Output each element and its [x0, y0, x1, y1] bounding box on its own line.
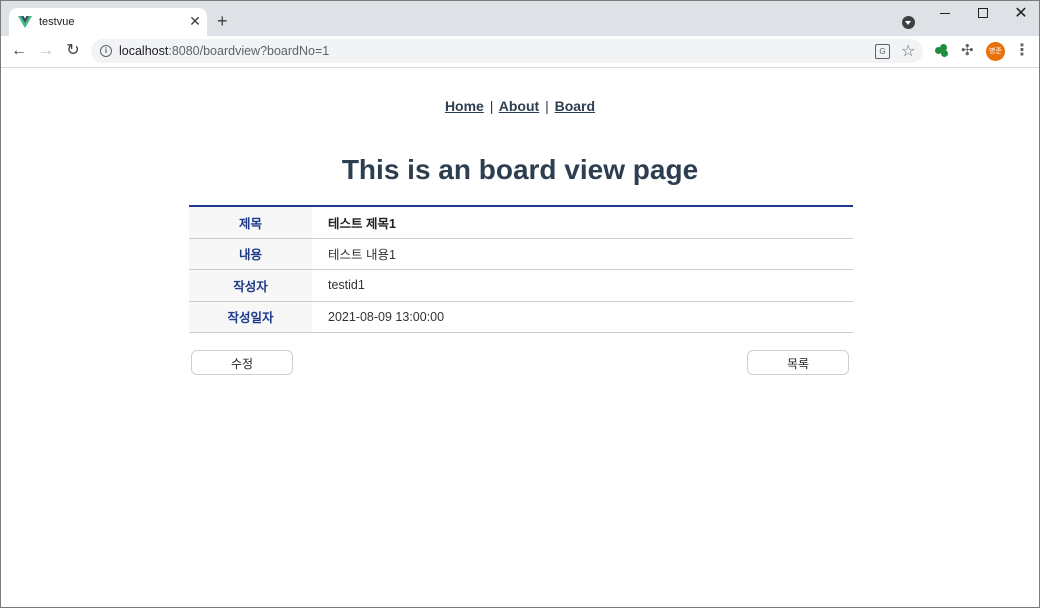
nav-link-board[interactable]: Board [555, 98, 595, 114]
url-path: :8080/boardview?boardNo=1 [168, 44, 330, 58]
tab-search-icon[interactable] [902, 16, 915, 29]
tab-strip: testvue ✕ + ✕ [1, 1, 1039, 36]
profile-avatar[interactable]: 병준 [986, 42, 1005, 61]
url-host: localhost [119, 44, 169, 58]
bookmark-star-icon[interactable]: ☆ [901, 41, 915, 61]
top-nav: Home | About | Board [1, 98, 1039, 114]
board-view-table: 제목 테스트 제목1 내용 테스트 내용1 작성자 testid1 작성일자 2… [189, 205, 853, 333]
page-content: Home | About | Board This is an board vi… [1, 68, 1039, 607]
new-tab-icon[interactable]: + [217, 12, 228, 30]
extensions-puzzle-icon[interactable]: ✣ [961, 41, 974, 59]
url-text[interactable]: localhost:8080/boardview?boardNo=1 [119, 44, 329, 58]
nav-separator: | [489, 98, 494, 114]
extension-icon[interactable] [935, 44, 949, 58]
nav-separator: | [545, 98, 549, 114]
row-value-content: 테스트 내용1 [312, 238, 853, 270]
table-row: 제목 테스트 제목1 [189, 206, 853, 239]
page-title: This is an board view page [341, 154, 699, 185]
row-label-content: 내용 [189, 238, 312, 270]
row-label-author: 작성자 [189, 269, 312, 302]
nav-link-home[interactable]: Home [445, 98, 484, 114]
browser-tab[interactable]: testvue ✕ [9, 8, 207, 36]
tab-title: testvue [39, 16, 75, 28]
more-menu-icon[interactable]: ⋮ [1014, 41, 1030, 61]
row-value-title: 테스트 제목1 [312, 206, 853, 239]
table-row: 작성일자 2021-08-09 13:00:00 [189, 301, 853, 333]
nav-link-about[interactable]: About [499, 98, 539, 114]
row-label-title: 제목 [189, 206, 312, 239]
edit-button[interactable]: 수정 [191, 350, 293, 375]
row-value-date: 2021-08-09 13:00:00 [312, 301, 853, 333]
row-value-author: testid1 [312, 269, 853, 302]
close-tab-icon[interactable]: ✕ [187, 13, 203, 29]
table-row: 작성자 testid1 [189, 269, 853, 302]
window-close-icon[interactable]: ✕ [999, 1, 1039, 31]
row-label-date: 작성일자 [189, 301, 312, 333]
browser-toolbar: ← → ↻ i localhost:8080/boardview?boardNo… [1, 36, 1039, 68]
reload-icon[interactable]: ↻ [63, 41, 83, 61]
table-row: 내용 테스트 내용1 [189, 238, 853, 270]
address-bar[interactable]: i localhost:8080/boardview?boardNo=1 G ☆ [91, 39, 923, 63]
list-button[interactable]: 목록 [747, 350, 849, 375]
vue-logo-icon [18, 16, 32, 28]
translate-icon[interactable]: G [875, 44, 890, 59]
browser-window: testvue ✕ + ✕ ← → ↻ i localhost:8080/boa… [0, 0, 1040, 608]
back-arrow-icon[interactable]: ← [9, 41, 29, 61]
forward-arrow-icon[interactable]: → [36, 41, 56, 61]
site-info-icon[interactable]: i [100, 45, 112, 57]
